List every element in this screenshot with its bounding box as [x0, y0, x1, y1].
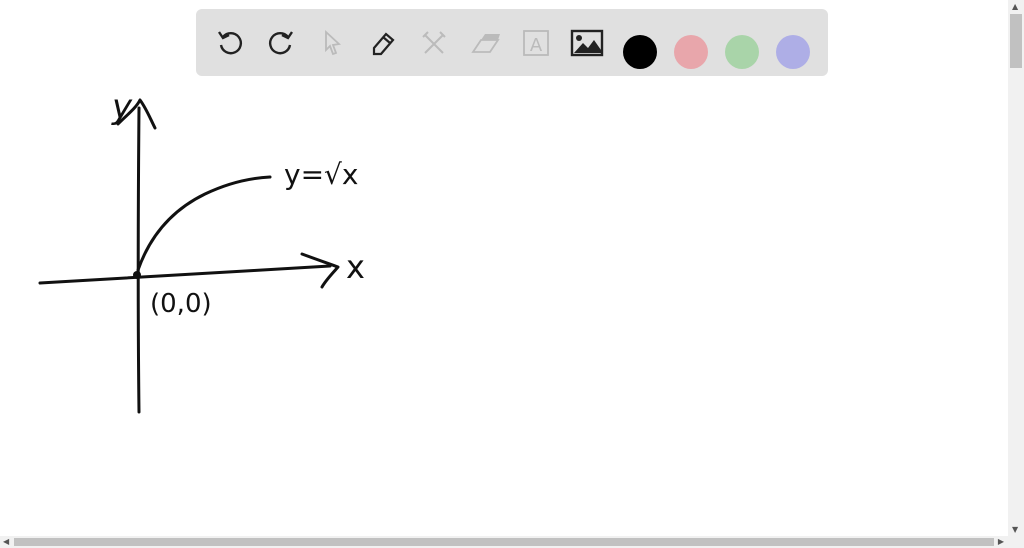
scroll-right-icon[interactable]: ▶: [998, 537, 1004, 546]
drawing-canvas[interactable]: y x y=√x (0,0): [0, 0, 1008, 536]
scroll-left-icon[interactable]: ◀: [3, 537, 9, 546]
sqrt-curve: [136, 175, 272, 272]
x-axis: [38, 264, 332, 285]
y-axis-label: y: [111, 87, 133, 127]
y-axis: [136, 106, 141, 414]
x-axis-arrow: [300, 252, 340, 289]
vertical-scrollbar[interactable]: ▲ ▼: [1008, 0, 1024, 536]
scroll-up-icon[interactable]: ▲: [1012, 2, 1018, 11]
scroll-down-icon[interactable]: ▼: [1012, 525, 1018, 534]
vertical-scroll-thumb[interactable]: [1010, 14, 1022, 68]
x-axis-label: x: [346, 248, 365, 286]
origin-point: [133, 271, 141, 279]
origin-label: (0,0): [150, 289, 212, 319]
horizontal-scrollbar[interactable]: ◀ ▶: [0, 536, 1024, 548]
horizontal-scroll-thumb[interactable]: [14, 538, 994, 546]
curve-label: y=√x: [284, 158, 358, 191]
